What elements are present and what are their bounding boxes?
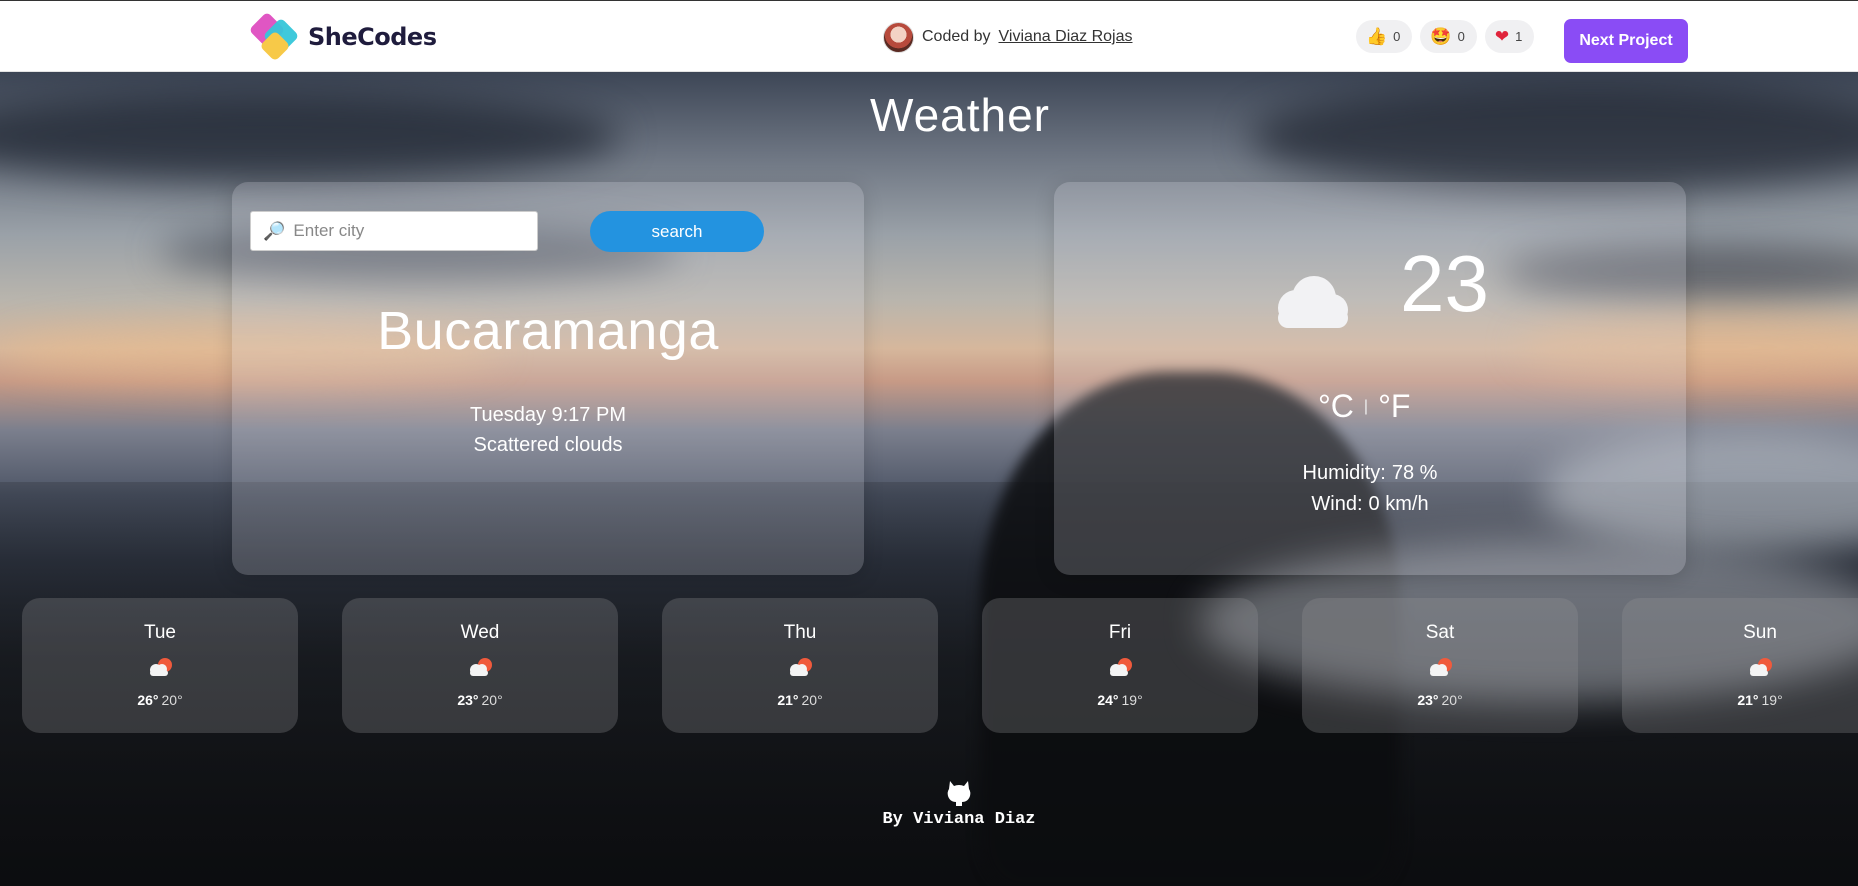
- unit-toggle: °C | °F: [1318, 388, 1410, 425]
- credit-prefix: Coded by: [922, 28, 991, 45]
- date-time: Tuesday 9:17 PM: [469, 404, 626, 426]
- forecast-max: 23°: [1417, 692, 1439, 708]
- forecast-day: Sat: [1425, 622, 1455, 643]
- footer-credit: By Viviana Diaz: [882, 810, 1036, 829]
- partly-cloudy-icon: [1750, 658, 1772, 676]
- partly-cloudy-icon: [150, 658, 172, 676]
- next-project-button[interactable]: Next Project: [1564, 19, 1688, 63]
- heart-icon: ❤: [1494, 27, 1510, 46]
- search-button[interactable]: search: [590, 211, 764, 252]
- partly-cloudy-icon: [1430, 658, 1452, 676]
- reactions-bar: 👍 0 🤩 0 ❤ 1: [1356, 20, 1535, 53]
- current-temperature: 23: [1400, 239, 1489, 328]
- reaction-star-struck[interactable]: 🤩 0: [1420, 20, 1477, 53]
- current-weather-panel: 23 °C | °F Humidity: 78 % Wind: 0 km/h: [1054, 182, 1686, 575]
- cloud-icon: [1278, 276, 1348, 328]
- forecast-max: 24°: [1097, 692, 1119, 708]
- humidity-row: Humidity: 78 %: [1054, 462, 1686, 485]
- forecast-temps: 26° 20°: [22, 692, 298, 708]
- star-struck-icon: 🤩: [1430, 27, 1452, 46]
- wind-label: Wind:: [1311, 493, 1363, 515]
- fahrenheit-link[interactable]: °F: [1378, 388, 1410, 425]
- weather-description: Scattered clouds: [473, 434, 623, 456]
- reaction-heart[interactable]: ❤ 1: [1484, 20, 1535, 53]
- forecast-day: Thu: [783, 622, 817, 643]
- forecast-card: Thu 21° 20°: [662, 598, 938, 733]
- forecast-min: 19°: [1121, 692, 1143, 708]
- forecast-temps: 23° 20°: [1302, 692, 1578, 708]
- city-search-input[interactable]: [293, 221, 524, 241]
- humidity-value: 78 %: [1391, 462, 1438, 484]
- forecast-day: Wed: [460, 622, 500, 643]
- forecast-min: 20°: [161, 692, 183, 708]
- forecast-day: Fri: [1108, 622, 1132, 643]
- forecast-min: 20°: [801, 692, 823, 708]
- forecast-card: Fri 24° 19°: [982, 598, 1258, 733]
- forecast-temps: 21° 20°: [662, 692, 938, 708]
- reaction-count: 1: [1515, 29, 1523, 44]
- thumbs-up-icon: 👍: [1366, 27, 1388, 46]
- shecodes-header: SheCodes Coded by Viviana Diaz Rojas 👍 0…: [0, 0, 1858, 72]
- reaction-thumbs-up[interactable]: 👍 0: [1356, 20, 1413, 53]
- partly-cloudy-icon: [470, 658, 492, 676]
- search-panel: 🔎 search Bucaramanga Tuesday 9:17 PM Sca…: [232, 182, 864, 575]
- forecast-max: 21°: [777, 692, 799, 708]
- forecast-card: Sun 21° 19°: [1622, 598, 1858, 733]
- partly-cloudy-icon: [790, 658, 812, 676]
- forecast-min: 20°: [1441, 692, 1463, 708]
- author-credit: Coded by Viviana Diaz Rojas: [883, 21, 1133, 53]
- forecast-temps: 23° 20°: [342, 692, 618, 708]
- shecodes-logo-icon: [248, 11, 302, 62]
- github-icon[interactable]: [945, 778, 973, 806]
- forecast-temps: 24° 19°: [982, 692, 1258, 708]
- reaction-count: 0: [1393, 29, 1401, 44]
- search-field[interactable]: 🔎: [250, 211, 538, 251]
- reaction-count: 0: [1457, 29, 1465, 44]
- forecast-max: 26°: [137, 692, 159, 708]
- partly-cloudy-icon: [1110, 658, 1132, 676]
- forecast-max: 21°: [1737, 692, 1759, 708]
- forecast-temps: 21° 19°: [1622, 692, 1858, 708]
- page-title: Weather: [869, 89, 1051, 141]
- shecodes-logo[interactable]: SheCodes: [248, 11, 437, 62]
- celsius-link[interactable]: °C: [1318, 388, 1354, 425]
- unit-separator: |: [1363, 397, 1369, 415]
- forecast-card: Tue 26° 20°: [22, 598, 298, 733]
- avatar: [883, 21, 914, 53]
- city-name: Bucaramanga: [377, 301, 719, 361]
- wind-row: Wind: 0 km/h: [1054, 493, 1686, 516]
- magnifier-icon: 🔎: [263, 221, 286, 241]
- forecast-min: 20°: [481, 692, 503, 708]
- brand-name: SheCodes: [308, 23, 437, 51]
- forecast-card: Sat 23° 20°: [1302, 598, 1578, 733]
- forecast-day: Tue: [143, 622, 177, 643]
- author-link[interactable]: Viviana Diaz Rojas: [999, 28, 1133, 46]
- wind-value: 0 km/h: [1368, 493, 1429, 515]
- forecast-max: 23°: [457, 692, 479, 708]
- forecast-day: Sun: [1743, 622, 1777, 643]
- humidity-label: Humidity:: [1302, 462, 1386, 484]
- forecast-min: 19°: [1761, 692, 1783, 708]
- forecast-card: Wed 23° 20°: [342, 598, 618, 733]
